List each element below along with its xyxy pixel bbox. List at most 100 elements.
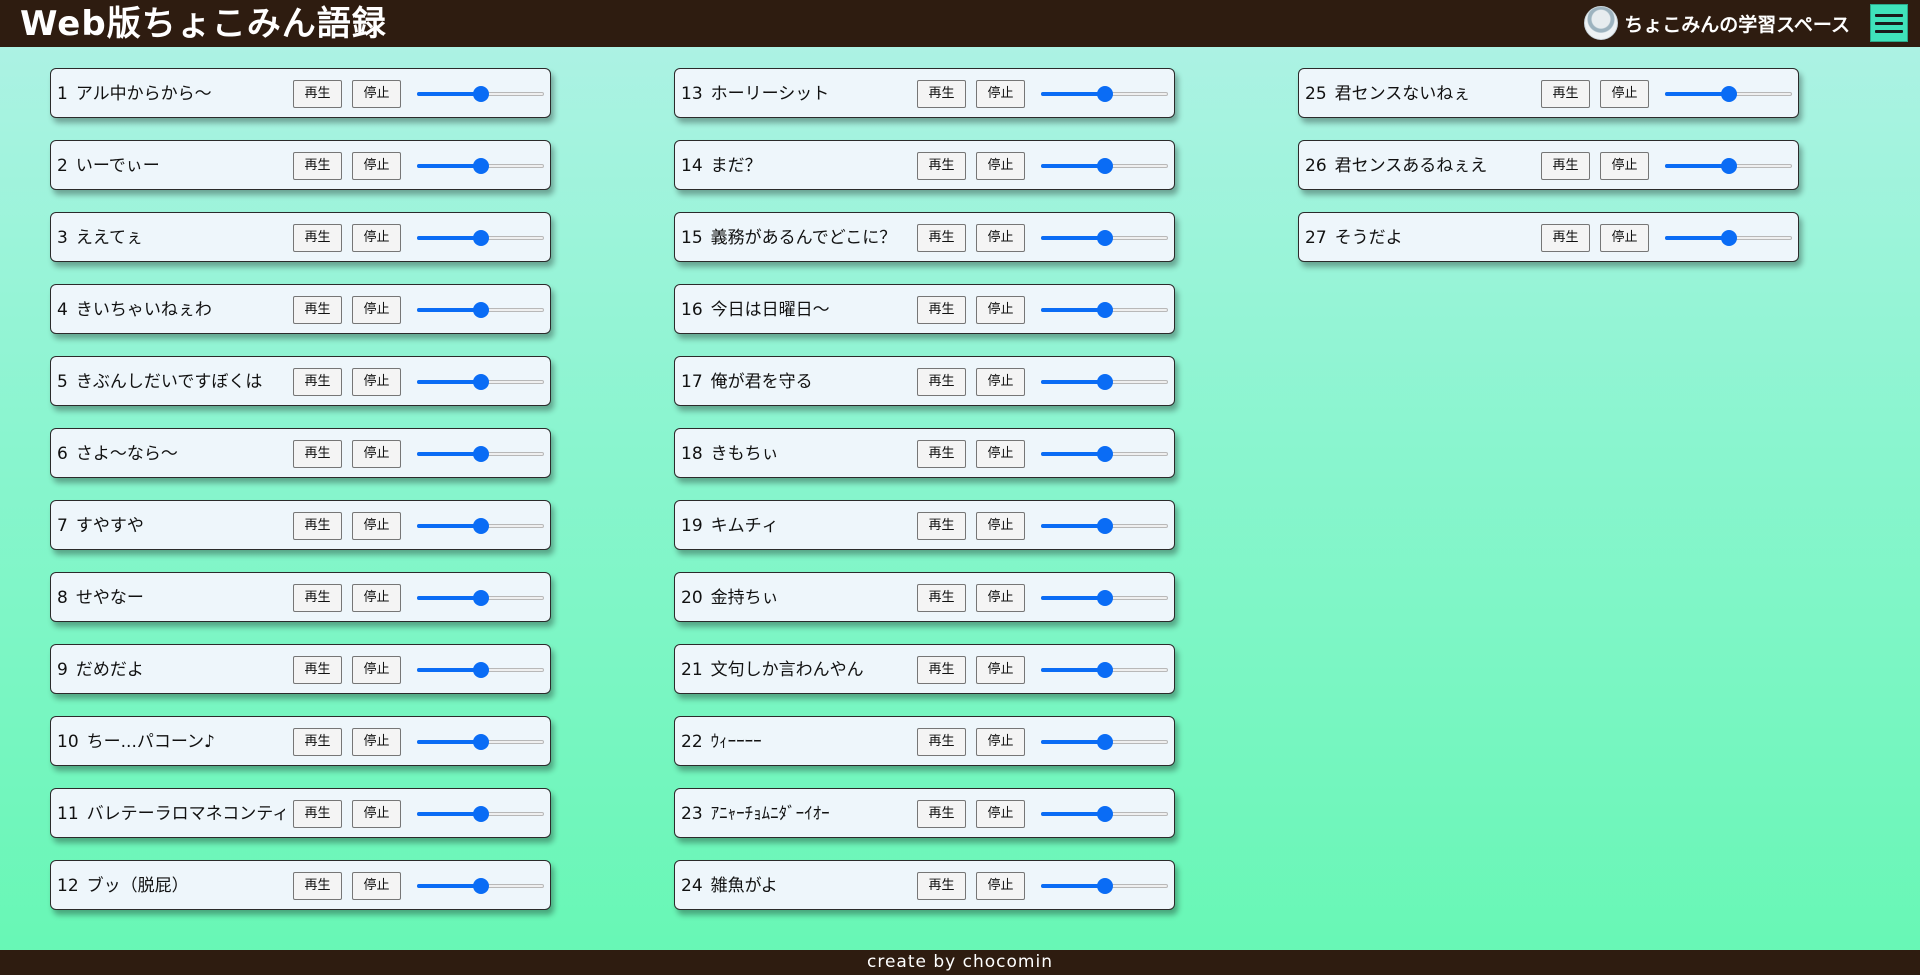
play-button[interactable]: 再生 <box>917 224 966 252</box>
volume-slider[interactable] <box>1041 158 1168 174</box>
play-button[interactable]: 再生 <box>293 728 342 756</box>
volume-slider-thumb[interactable] <box>1097 446 1113 462</box>
play-button[interactable]: 再生 <box>917 728 966 756</box>
volume-slider[interactable] <box>1041 446 1168 462</box>
volume-slider-thumb[interactable] <box>1097 662 1113 678</box>
volume-slider[interactable] <box>417 86 544 102</box>
play-button[interactable]: 再生 <box>917 656 966 684</box>
profile-link[interactable]: ちょこみんの学習スペース <box>1584 5 1850 41</box>
stop-button[interactable]: 停止 <box>352 728 401 756</box>
stop-button[interactable]: 停止 <box>976 512 1025 540</box>
volume-slider[interactable] <box>1041 374 1168 390</box>
play-button[interactable]: 再生 <box>293 296 342 324</box>
volume-slider-thumb[interactable] <box>1097 374 1113 390</box>
volume-slider[interactable] <box>1041 806 1168 822</box>
volume-slider[interactable] <box>417 158 544 174</box>
volume-slider[interactable] <box>417 806 544 822</box>
play-button[interactable]: 再生 <box>293 368 342 396</box>
volume-slider[interactable] <box>417 878 544 894</box>
play-button[interactable]: 再生 <box>293 512 342 540</box>
volume-slider-thumb[interactable] <box>1097 302 1113 318</box>
volume-slider-thumb[interactable] <box>1097 158 1113 174</box>
volume-slider[interactable] <box>417 662 544 678</box>
stop-button[interactable]: 停止 <box>352 224 401 252</box>
volume-slider[interactable] <box>1665 86 1792 102</box>
play-button[interactable]: 再生 <box>293 152 342 180</box>
stop-button[interactable]: 停止 <box>976 440 1025 468</box>
volume-slider[interactable] <box>417 734 544 750</box>
stop-button[interactable]: 停止 <box>1600 152 1649 180</box>
volume-slider-thumb[interactable] <box>473 518 489 534</box>
volume-slider-thumb[interactable] <box>473 446 489 462</box>
volume-slider-thumb[interactable] <box>473 374 489 390</box>
volume-slider-thumb[interactable] <box>473 230 489 246</box>
stop-button[interactable]: 停止 <box>1600 80 1649 108</box>
play-button[interactable]: 再生 <box>293 80 342 108</box>
stop-button[interactable]: 停止 <box>976 224 1025 252</box>
volume-slider-thumb[interactable] <box>1097 86 1113 102</box>
volume-slider[interactable] <box>1041 662 1168 678</box>
play-button[interactable]: 再生 <box>917 368 966 396</box>
volume-slider-thumb[interactable] <box>473 878 489 894</box>
stop-button[interactable]: 停止 <box>352 440 401 468</box>
volume-slider[interactable] <box>417 374 544 390</box>
stop-button[interactable]: 停止 <box>976 296 1025 324</box>
volume-slider-thumb[interactable] <box>1097 590 1113 606</box>
stop-button[interactable]: 停止 <box>976 584 1025 612</box>
volume-slider[interactable] <box>1041 734 1168 750</box>
play-button[interactable]: 再生 <box>1541 80 1590 108</box>
volume-slider[interactable] <box>1041 86 1168 102</box>
stop-button[interactable]: 停止 <box>352 512 401 540</box>
play-button[interactable]: 再生 <box>917 152 966 180</box>
stop-button[interactable]: 停止 <box>352 800 401 828</box>
volume-slider[interactable] <box>417 302 544 318</box>
play-button[interactable]: 再生 <box>293 656 342 684</box>
play-button[interactable]: 再生 <box>293 872 342 900</box>
stop-button[interactable]: 停止 <box>352 80 401 108</box>
volume-slider[interactable] <box>417 230 544 246</box>
volume-slider[interactable] <box>1665 230 1792 246</box>
volume-slider-thumb[interactable] <box>1097 878 1113 894</box>
volume-slider-thumb[interactable] <box>1721 86 1737 102</box>
volume-slider-thumb[interactable] <box>473 158 489 174</box>
volume-slider[interactable] <box>1041 302 1168 318</box>
play-button[interactable]: 再生 <box>917 80 966 108</box>
play-button[interactable]: 再生 <box>293 800 342 828</box>
stop-button[interactable]: 停止 <box>352 656 401 684</box>
volume-slider[interactable] <box>1041 230 1168 246</box>
play-button[interactable]: 再生 <box>293 224 342 252</box>
stop-button[interactable]: 停止 <box>352 296 401 324</box>
volume-slider-thumb[interactable] <box>1721 230 1737 246</box>
volume-slider-thumb[interactable] <box>473 590 489 606</box>
play-button[interactable]: 再生 <box>917 584 966 612</box>
play-button[interactable]: 再生 <box>917 296 966 324</box>
volume-slider-thumb[interactable] <box>1097 518 1113 534</box>
volume-slider-thumb[interactable] <box>1097 806 1113 822</box>
volume-slider-thumb[interactable] <box>1721 158 1737 174</box>
stop-button[interactable]: 停止 <box>976 152 1025 180</box>
play-button[interactable]: 再生 <box>1541 152 1590 180</box>
volume-slider-thumb[interactable] <box>473 662 489 678</box>
stop-button[interactable]: 停止 <box>976 800 1025 828</box>
volume-slider-thumb[interactable] <box>1097 230 1113 246</box>
volume-slider[interactable] <box>417 446 544 462</box>
volume-slider[interactable] <box>1665 158 1792 174</box>
stop-button[interactable]: 停止 <box>1600 224 1649 252</box>
stop-button[interactable]: 停止 <box>976 368 1025 396</box>
volume-slider-thumb[interactable] <box>473 734 489 750</box>
stop-button[interactable]: 停止 <box>352 872 401 900</box>
volume-slider-thumb[interactable] <box>1097 734 1113 750</box>
volume-slider[interactable] <box>1041 590 1168 606</box>
play-button[interactable]: 再生 <box>1541 224 1590 252</box>
stop-button[interactable]: 停止 <box>976 656 1025 684</box>
volume-slider-thumb[interactable] <box>473 86 489 102</box>
stop-button[interactable]: 停止 <box>976 80 1025 108</box>
stop-button[interactable]: 停止 <box>352 584 401 612</box>
volume-slider[interactable] <box>417 518 544 534</box>
volume-slider-thumb[interactable] <box>473 302 489 318</box>
stop-button[interactable]: 停止 <box>352 368 401 396</box>
play-button[interactable]: 再生 <box>917 872 966 900</box>
play-button[interactable]: 再生 <box>917 512 966 540</box>
play-button[interactable]: 再生 <box>293 584 342 612</box>
stop-button[interactable]: 停止 <box>352 152 401 180</box>
